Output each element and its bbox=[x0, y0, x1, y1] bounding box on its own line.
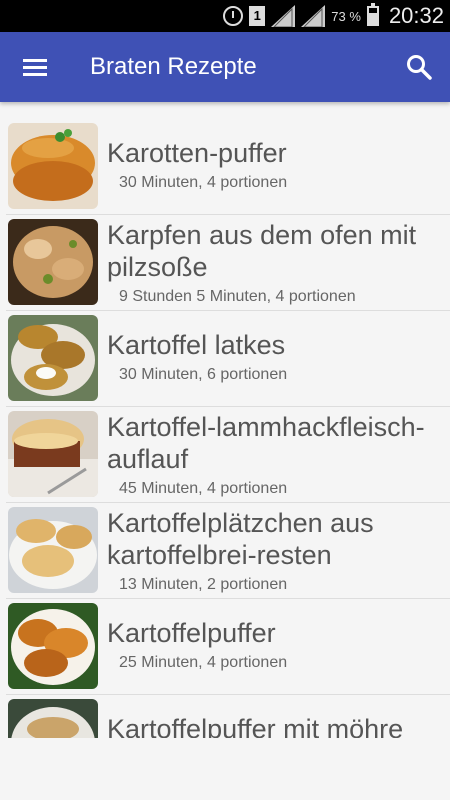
recipe-meta: 25 Minuten, 4 portionen bbox=[119, 654, 288, 671]
signal-icon bbox=[271, 5, 296, 27]
page-title: Braten Rezepte bbox=[90, 53, 257, 80]
recipe-meta: 9 Stunden 5 Minuten, 4 portionen bbox=[119, 288, 356, 305]
status-bar: 1 73 % 20:32 bbox=[0, 0, 450, 32]
recipe-image bbox=[8, 315, 98, 401]
battery-icon bbox=[366, 3, 379, 26]
recipe-title: Kartoffel latkes bbox=[107, 330, 286, 360]
list-item[interactable]: Karotten-puffer 30 Minuten, 4 portionen bbox=[6, 119, 450, 215]
recipe-meta: 30 Minuten, 6 portionen bbox=[119, 366, 288, 383]
list-item[interactable]: Kartoffel latkes 30 Minuten, 6 portionen bbox=[6, 311, 450, 407]
recipe-image bbox=[8, 411, 98, 497]
list-item[interactable]: Kartoffelplätzchen aus kartoffelbrei-res… bbox=[6, 503, 450, 599]
battery-percent: 73 % bbox=[331, 8, 361, 24]
recipe-image bbox=[8, 123, 98, 209]
recipe-image bbox=[8, 219, 98, 305]
recipe-meta: 13 Minuten, 2 portionen bbox=[119, 576, 288, 593]
recipe-title: Karotten-puffer bbox=[107, 138, 287, 168]
recipe-image bbox=[8, 603, 98, 689]
recipe-title: Kartoffelpuffer mit möhre bbox=[107, 714, 404, 738]
search-icon[interactable] bbox=[404, 52, 434, 82]
recipe-title: Karpfen aus dem ofen mit pilzsoße bbox=[107, 220, 417, 282]
recipe-image bbox=[8, 507, 98, 593]
recipe-title: Kartoffelpuffer bbox=[107, 618, 276, 648]
signal-icon-2 bbox=[301, 5, 326, 27]
recipe-meta: 30 Minuten, 4 portionen bbox=[119, 174, 288, 191]
list-item[interactable]: Kartoffel-lammhackfleisch-auflauf 45 Min… bbox=[6, 407, 450, 503]
alarm-icon bbox=[223, 6, 244, 26]
recipe-image bbox=[8, 699, 98, 738]
list-item[interactable]: Kartoffelpuffer 25 Minuten, 4 portionen bbox=[6, 599, 450, 695]
recipe-meta: 45 Minuten, 4 portionen bbox=[119, 480, 288, 497]
sim-indicator: 1 bbox=[249, 6, 266, 26]
recipe-list[interactable]: Karotten-puffer 30 Minuten, 4 portionen … bbox=[0, 102, 450, 738]
recipe-title: Kartoffel-lammhackfleisch-auflauf bbox=[107, 412, 425, 474]
list-item[interactable]: Kartoffelpuffer mit möhre bbox=[6, 695, 450, 738]
app-toolbar: Braten Rezepte bbox=[0, 32, 450, 102]
recipe-title: Kartoffelplätzchen aus kartoffelbrei-res… bbox=[107, 508, 374, 570]
menu-icon[interactable] bbox=[18, 52, 52, 82]
list-item[interactable]: Karpfen aus dem ofen mit pilzsoße 9 Stun… bbox=[6, 215, 450, 311]
clock: 20:32 bbox=[388, 3, 444, 28]
